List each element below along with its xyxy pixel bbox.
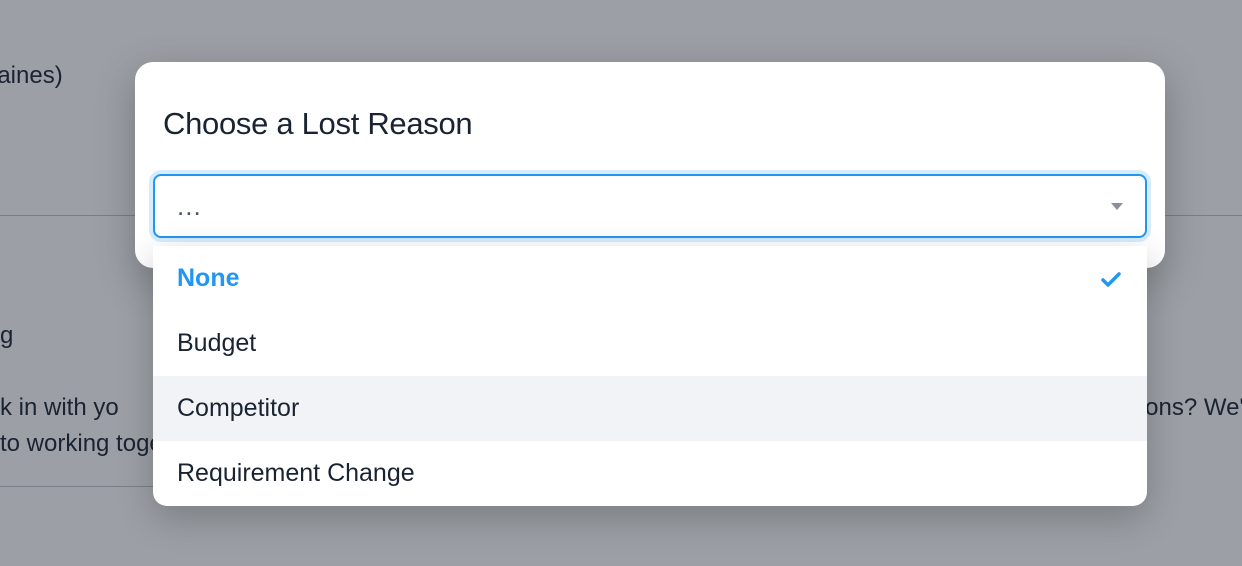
dropdown-option-competitor[interactable]: Competitor xyxy=(153,376,1147,441)
lost-reason-modal: Choose a Lost Reason ... None Budget xyxy=(135,62,1165,268)
dropdown-option-budget[interactable]: Budget xyxy=(153,311,1147,376)
select-placeholder: ... xyxy=(177,191,1111,222)
dropdown-option-label: None xyxy=(177,264,240,293)
lost-reason-dropdown: None Budget Competitor Requirement Chang… xyxy=(153,246,1147,506)
dropdown-option-none[interactable]: None xyxy=(153,246,1147,311)
caret-down-icon xyxy=(1111,203,1123,210)
dropdown-option-label: Requirement Change xyxy=(177,459,415,488)
dropdown-option-requirement-change[interactable]: Requirement Change xyxy=(153,441,1147,506)
modal-backdrop[interactable]: Choose a Lost Reason ... None Budget xyxy=(0,0,1242,566)
dropdown-option-label: Budget xyxy=(177,329,256,358)
lost-reason-select[interactable]: ... xyxy=(153,174,1147,238)
select-wrapper: ... None Budget Competitor Requi xyxy=(135,174,1165,268)
check-icon xyxy=(1099,267,1123,291)
modal-title: Choose a Lost Reason xyxy=(135,62,1165,174)
dropdown-option-label: Competitor xyxy=(177,394,299,423)
